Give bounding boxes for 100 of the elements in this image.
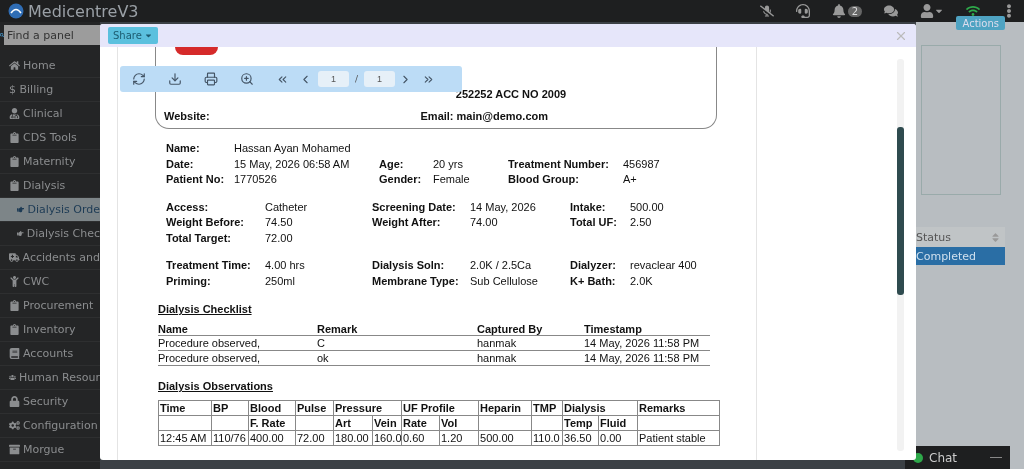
field-label: Membrane Type:: [372, 273, 460, 289]
field-label: Dialysis Soln:: [372, 258, 446, 273]
ambulance-icon: [9, 252, 20, 263]
clipboard-icon: [9, 300, 20, 311]
table-cell: C: [317, 335, 477, 351]
users-icon: [9, 372, 16, 383]
clipboard-icon: [9, 156, 20, 167]
field-label: Gender:: [379, 172, 423, 187]
user-icon: [9, 108, 20, 119]
field-label: K+ Bath:: [570, 273, 617, 289]
field-label: Name:: [166, 141, 201, 156]
field-value: Sub Cellulose: [470, 273, 539, 289]
field-label: Total UF:: [570, 215, 618, 230]
book-icon: [9, 348, 20, 359]
user-icon[interactable]: [920, 4, 934, 18]
mic-off-icon[interactable]: [759, 4, 774, 18]
table-cell: 0.00: [598, 430, 638, 446]
chat-label: Chat: [929, 450, 959, 465]
table-cell: 14 May, 2026 11:58 PM: [584, 350, 710, 366]
table-cell: 14 May, 2026 11:58 PM: [584, 335, 710, 351]
table-cell: 180.00: [333, 430, 373, 446]
column-header: Pulse: [295, 400, 334, 416]
zoom-in-button[interactable]: [240, 72, 254, 86]
field-value: 2.0K / 2.5Ca: [470, 258, 533, 273]
page-field[interactable]: 1: [318, 71, 349, 87]
status-cell: Completed: [916, 247, 1005, 265]
table-cell: 400.00: [248, 430, 296, 446]
print-button[interactable]: [204, 72, 218, 86]
table-cell: 12:45 AM: [158, 430, 212, 446]
logo-icon: [8, 3, 24, 19]
archive-icon: [9, 444, 20, 455]
column-header: Remarks: [637, 400, 720, 416]
section-title: Dialysis Observations: [158, 380, 274, 392]
column-header: Name: [158, 323, 317, 336]
clipboard-icon: [9, 180, 20, 191]
table-cell: 1.20: [439, 430, 479, 446]
logo-shape: [175, 47, 218, 55]
headset-icon[interactable]: [795, 4, 810, 18]
column-header: Time: [158, 400, 212, 416]
sidebar-subitem[interactable]: Dialysis Orde: [0, 198, 100, 222]
column-header: Heparin: [478, 400, 532, 416]
table-cell: Procedure observed,: [158, 335, 317, 351]
website-label: Website:: [164, 110, 210, 122]
field-label: Blood Group:: [508, 172, 580, 187]
slash-text: /: [355, 74, 359, 84]
minimize-icon[interactable]: [990, 456, 1002, 459]
lock-icon: [9, 396, 20, 407]
field-value: 2.50: [630, 215, 653, 230]
download-button[interactable]: [168, 72, 182, 86]
field-value: Hassan Ayan Mohamed: [234, 141, 352, 156]
column-header: Temp: [562, 415, 599, 431]
column-header[interactable]: Status: [916, 227, 1005, 247]
table-cell: hanmak: [477, 335, 584, 351]
chat-bar[interactable]: Chat: [905, 446, 1010, 469]
field-value: Female: [433, 172, 471, 187]
field-value: A+: [623, 172, 638, 187]
table-cell: 160.0: [372, 430, 402, 446]
chat-icon[interactable]: [884, 4, 898, 18]
table-cell: 36.50: [562, 430, 599, 446]
share-button[interactable]: Share: [108, 27, 158, 44]
section-title: Dialysis Checklist: [158, 303, 253, 315]
column-header: Blood: [248, 400, 296, 416]
column-header: Captured By: [477, 323, 584, 336]
gears-icon: [9, 420, 20, 431]
field-value: 250ml: [265, 273, 296, 289]
field-value: 72.00: [265, 230, 294, 246]
column-header: BP: [211, 400, 249, 416]
field-label: Weight After:: [372, 215, 442, 230]
home-icon: [9, 60, 20, 71]
field-value: 74.50: [265, 215, 294, 230]
field-label: Access:: [166, 199, 210, 215]
refresh-button[interactable]: [132, 72, 146, 86]
field-value: 15 May, 2026 06:58 AM: [234, 156, 351, 172]
search-field[interactable]: Find a panel: [4, 25, 100, 45]
table-cell: ok: [317, 350, 477, 366]
field-label: Patient No:: [166, 172, 226, 187]
clipboard-icon: [9, 324, 20, 335]
column-header: Fluid: [598, 415, 638, 431]
sidebar-item[interactable]: Morgue: [0, 438, 100, 462]
caret-icon: [143, 31, 153, 40]
field-label: Total Target:: [166, 230, 232, 246]
column-header: Timestamp: [584, 323, 710, 336]
field-label: Weight Before:: [166, 215, 246, 230]
bell-icon[interactable]: [831, 4, 846, 18]
contact-line: 252252 ACC NO 2009: [455, 88, 567, 100]
table-cell: hanmak: [477, 350, 584, 366]
table-cell: Patient stable: [637, 430, 720, 446]
column-header: Remark: [317, 323, 477, 336]
page-count-field[interactable]: 1: [364, 71, 396, 87]
field-label: Priming:: [166, 273, 212, 289]
search-icon: [0, 30, 4, 40]
column-header: Dialysis: [562, 400, 638, 416]
scrollbar[interactable]: [897, 59, 904, 451]
field-label: Intake:: [570, 199, 607, 215]
field-label: Age:: [379, 156, 405, 172]
field-value: Catheter: [265, 199, 309, 215]
hand-pointer-icon: [17, 204, 25, 215]
column-header: UF Profile: [401, 400, 479, 416]
table-cell: 72.00: [295, 430, 334, 446]
field-value: 500.00: [630, 199, 665, 215]
